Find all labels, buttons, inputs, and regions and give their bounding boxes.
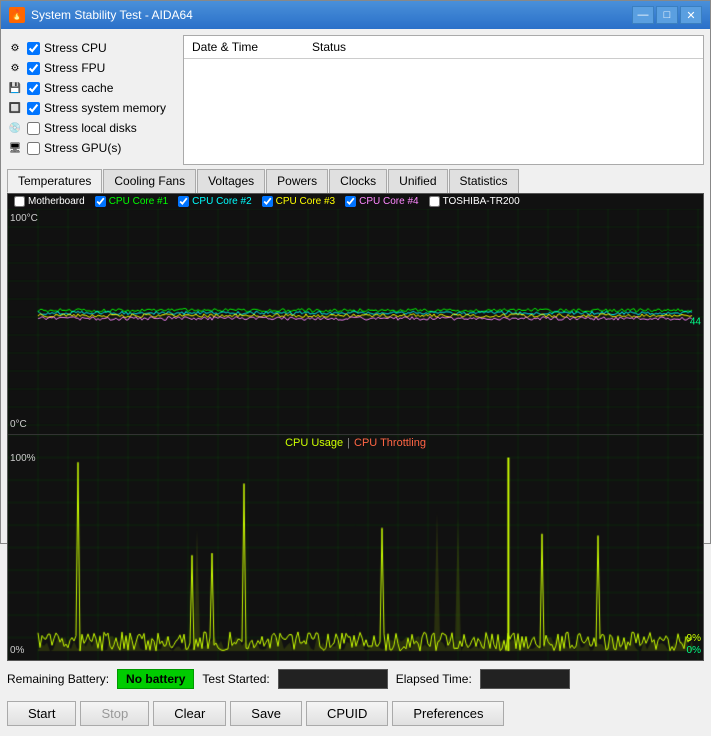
window-controls: — □ ✕: [632, 6, 702, 24]
start-button[interactable]: Start: [7, 701, 76, 726]
bottom-info-bar: Remaining Battery: No battery Test Start…: [7, 665, 704, 693]
checkbox-stress-cache: 💾 Stress cache: [7, 79, 177, 97]
legend-core2-label: CPU Core #2: [192, 196, 251, 207]
memory-icon: 🔲: [7, 100, 23, 116]
cpu-max-label: 100%: [10, 453, 36, 464]
maximize-button[interactable]: □: [656, 6, 678, 24]
cpuid-button[interactable]: CPUID: [306, 701, 388, 726]
checkbox-stress-cpu: ⚙ Stress CPU: [7, 39, 177, 57]
status-table: Date & Time Status: [183, 35, 704, 165]
stress-cache-label: Stress cache: [44, 81, 113, 95]
chart-legend: Motherboard CPU Core #1 CPU Core #2 CPU …: [8, 194, 703, 209]
stress-disks-checkbox[interactable]: [27, 122, 40, 135]
clear-button[interactable]: Clear: [153, 701, 226, 726]
battery-value: No battery: [117, 669, 194, 689]
checkbox-stress-gpu: 🖥 Stress GPU(s): [7, 139, 177, 157]
legend-core4: CPU Core #4: [345, 196, 418, 207]
legend-motherboard: Motherboard: [14, 196, 85, 207]
stress-cpu-checkbox[interactable]: [27, 42, 40, 55]
cpu-usage-title: CPU Usage: [285, 437, 343, 449]
stop-button[interactable]: Stop: [80, 701, 149, 726]
legend-core3: CPU Core #3: [262, 196, 335, 207]
legend-core1-label: CPU Core #1: [109, 196, 168, 207]
legend-motherboard-label: Motherboard: [28, 196, 85, 207]
legend-core1-checkbox[interactable]: [95, 196, 106, 207]
window-title: System Stability Test - AIDA64: [31, 8, 632, 22]
minimize-button[interactable]: —: [632, 6, 654, 24]
legend-core1: CPU Core #1: [95, 196, 168, 207]
cache-icon: 💾: [7, 80, 23, 96]
cpu-throttling-title: CPU Throttling: [354, 437, 426, 449]
tab-statistics[interactable]: Statistics: [449, 169, 519, 193]
cpu-icon: ⚙: [7, 40, 23, 56]
status-column-header: Status: [304, 36, 703, 58]
stress-gpu-checkbox[interactable]: [27, 142, 40, 155]
legend-core4-label: CPU Core #4: [359, 196, 418, 207]
stress-fpu-checkbox[interactable]: [27, 62, 40, 75]
temp-min-label: 0°C: [10, 419, 27, 430]
tab-clocks[interactable]: Clocks: [329, 169, 387, 193]
checkbox-stress-memory: 🔲 Stress system memory: [7, 99, 177, 117]
top-section: ⚙ Stress CPU ⚙ Stress FPU 💾 Stress cache…: [7, 35, 704, 165]
stress-fpu-label: Stress FPU: [44, 61, 105, 75]
stress-memory-label: Stress system memory: [44, 101, 166, 115]
title-bar: 🔥 System Stability Test - AIDA64 — □ ✕: [1, 1, 710, 29]
tabs-section: Temperatures Cooling Fans Voltages Power…: [7, 169, 704, 661]
fpu-icon: ⚙: [7, 60, 23, 76]
stress-disks-label: Stress local disks: [44, 121, 137, 135]
temp-current-value: 44: [690, 316, 701, 327]
tab-temperatures[interactable]: Temperatures: [7, 169, 102, 193]
legend-core2: CPU Core #2: [178, 196, 251, 207]
tab-cooling-fans[interactable]: Cooling Fans: [103, 169, 196, 193]
disks-icon: 💿: [7, 120, 23, 136]
temperature-canvas: [8, 209, 703, 434]
stress-memory-checkbox[interactable]: [27, 102, 40, 115]
cpu-usage-canvas: [8, 435, 703, 660]
test-started-value: [278, 669, 388, 689]
elapsed-time-value: [480, 669, 570, 689]
checkbox-stress-disks: 💿 Stress local disks: [7, 119, 177, 137]
legend-core2-checkbox[interactable]: [178, 196, 189, 207]
temperature-chart: 100°C 0°C 44: [8, 209, 703, 435]
stress-cpu-label: Stress CPU: [44, 41, 107, 55]
elapsed-time-label: Elapsed Time:: [396, 672, 472, 686]
legend-toshiba: TOSHIBA-TR200: [429, 196, 520, 207]
main-window: 🔥 System Stability Test - AIDA64 — □ ✕ ⚙…: [0, 0, 711, 544]
datetime-column-header: Date & Time: [184, 36, 304, 58]
legend-core3-label: CPU Core #3: [276, 196, 335, 207]
stress-cache-checkbox[interactable]: [27, 82, 40, 95]
legend-toshiba-label: TOSHIBA-TR200: [443, 196, 520, 207]
remaining-battery-label: Remaining Battery:: [7, 672, 109, 686]
test-started-label: Test Started:: [202, 672, 269, 686]
tab-bar: Temperatures Cooling Fans Voltages Power…: [7, 169, 704, 193]
stress-options-panel: ⚙ Stress CPU ⚙ Stress FPU 💾 Stress cache…: [7, 35, 177, 165]
cpu-chart-title: CPU Usage | CPU Throttling: [285, 437, 426, 449]
cpu-min-label: 0%: [10, 645, 24, 656]
chart-container: 100°C 0°C 44 CPU Usage | CPU Throttling …: [8, 209, 703, 660]
cpu-usage-chart: CPU Usage | CPU Throttling 100% 0% 9% 0%: [8, 435, 703, 660]
close-button[interactable]: ✕: [680, 6, 702, 24]
tab-voltages[interactable]: Voltages: [197, 169, 265, 193]
chart-separator: |: [347, 437, 350, 449]
status-table-header: Date & Time Status: [184, 36, 703, 59]
preferences-button[interactable]: Preferences: [392, 701, 504, 726]
legend-core3-checkbox[interactable]: [262, 196, 273, 207]
main-content: ⚙ Stress CPU ⚙ Stress FPU 💾 Stress cache…: [1, 29, 710, 736]
cpu-throttle-value: 0%: [687, 645, 701, 656]
chart-area: Motherboard CPU Core #1 CPU Core #2 CPU …: [7, 193, 704, 661]
tab-unified[interactable]: Unified: [388, 169, 447, 193]
legend-core4-checkbox[interactable]: [345, 196, 356, 207]
app-icon: 🔥: [9, 7, 25, 23]
stress-gpu-label: Stress GPU(s): [44, 141, 121, 155]
checkbox-stress-fpu: ⚙ Stress FPU: [7, 59, 177, 77]
tab-powers[interactable]: Powers: [266, 169, 328, 193]
gpu-icon: 🖥: [7, 140, 23, 156]
temp-max-label: 100°C: [10, 213, 38, 224]
cpu-usage-value: 9%: [687, 633, 701, 644]
button-bar: Start Stop Clear Save CPUID Preferences: [7, 697, 704, 730]
legend-toshiba-checkbox[interactable]: [429, 196, 440, 207]
legend-motherboard-checkbox[interactable]: [14, 196, 25, 207]
save-button[interactable]: Save: [230, 701, 302, 726]
